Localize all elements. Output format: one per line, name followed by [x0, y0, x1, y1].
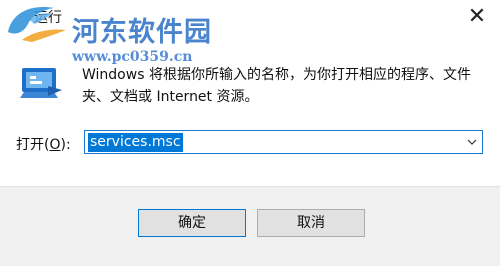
close-icon: ✕: [467, 3, 487, 29]
watermark-site-name: 河东软件园: [72, 17, 212, 48]
open-label: 打开(O):: [16, 134, 71, 154]
watermark-logo: [8, 7, 66, 42]
open-label-prefix: 打开(: [16, 137, 50, 153]
open-combobox[interactable]: services.msc: [84, 130, 483, 154]
button-bar: 确定 取消: [0, 186, 500, 266]
ok-button[interactable]: 确定: [138, 209, 246, 237]
run-icon: [20, 68, 62, 98]
open-label-mnemonic: O: [49, 137, 61, 153]
close-button[interactable]: ✕: [454, 0, 500, 32]
chevron-down-icon[interactable]: [466, 136, 478, 148]
open-label-suffix: ):: [60, 137, 71, 153]
run-dialog: 运行 ✕ 河东软件园 www.pc0359.cn Windows 将根据你所输入…: [0, 0, 500, 266]
open-input-value[interactable]: services.msc: [88, 133, 183, 152]
cancel-button[interactable]: 取消: [257, 209, 365, 237]
description-text: Windows 将根据你所输入的名称，为你打开相应的程序、文件夹、文档或 Int…: [82, 67, 471, 105]
watermark-url: www.pc0359.cn: [72, 49, 193, 65]
